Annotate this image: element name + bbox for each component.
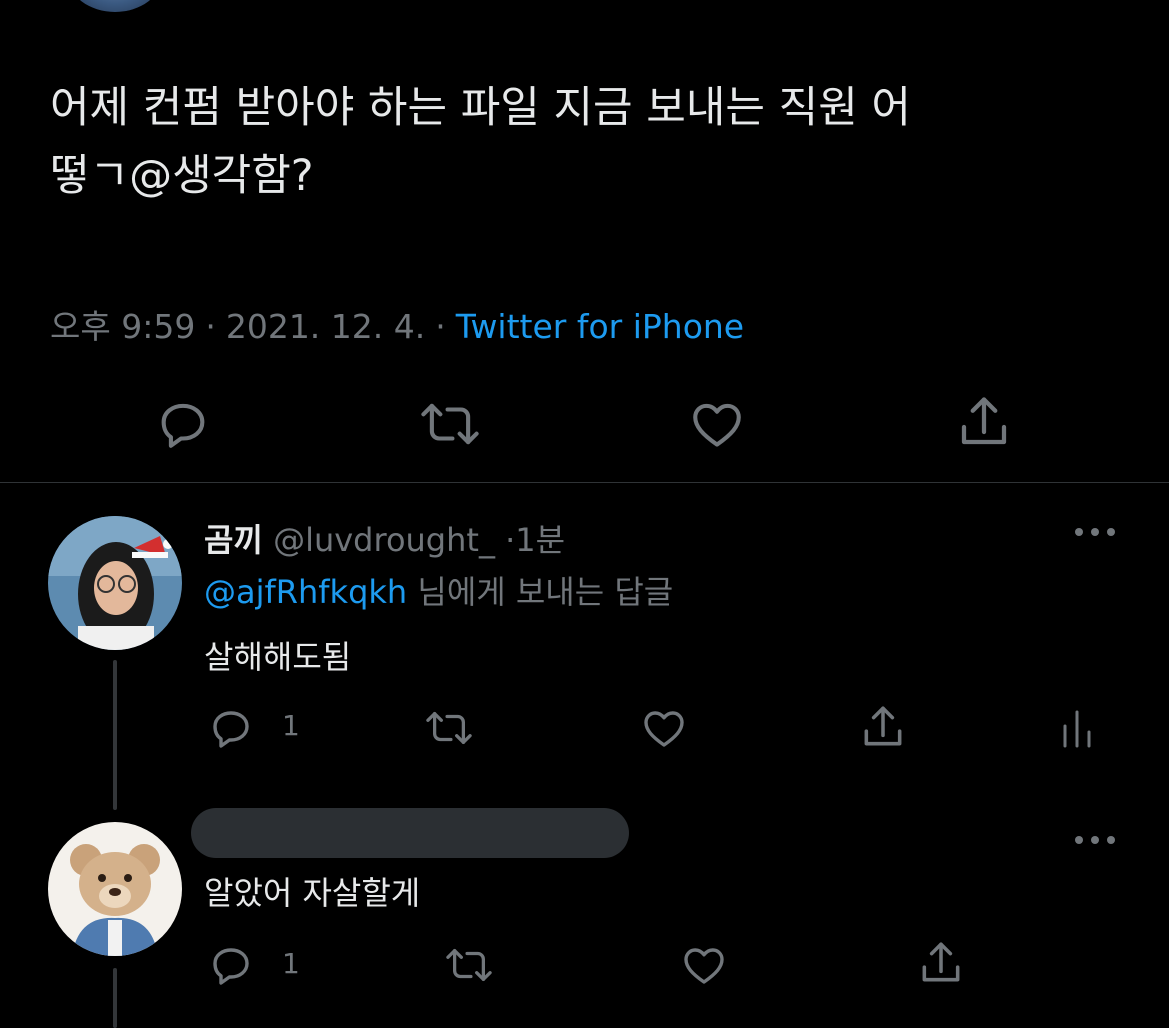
more-icon[interactable] xyxy=(1072,830,1118,850)
tweet-meta: 오후 9:59 · 2021. 12. 4. · Twitter for iPhone xyxy=(50,300,744,348)
share-icon[interactable] xyxy=(915,938,967,988)
analytics-icon[interactable] xyxy=(1060,708,1094,750)
reply-display-name[interactable]: 곰끼 xyxy=(204,521,263,559)
share-icon[interactable] xyxy=(953,392,1015,452)
meta-separator: · xyxy=(505,521,516,559)
heart-icon[interactable] xyxy=(687,395,747,453)
reply-count: 1 xyxy=(282,947,300,980)
thread-line xyxy=(113,968,117,1028)
thread-line xyxy=(113,660,117,810)
divider xyxy=(0,482,1169,483)
author-avatar[interactable] xyxy=(68,0,162,12)
reply-to-suffix: 님에게 보내는 답글 xyxy=(417,573,674,611)
tweet-text: 어제 컨펌 받아야 하는 파일 지금 보내는 직원 어 떻ㄱ@생각함? xyxy=(50,83,911,201)
tweet-time: 오후 9:59 xyxy=(50,307,196,346)
heart-icon[interactable] xyxy=(679,941,729,989)
tweet-client-link[interactable]: Twitter for iPhone xyxy=(456,307,744,346)
share-icon[interactable] xyxy=(857,702,909,752)
tweet-date: 2021. 12. 4. xyxy=(225,307,426,346)
meta-separator: · xyxy=(435,307,446,346)
retweet-icon[interactable] xyxy=(420,705,478,751)
retweet-icon[interactable] xyxy=(415,395,485,453)
reply-text: 알았어 자살할게 xyxy=(204,874,421,912)
reply-icon[interactable] xyxy=(154,395,212,453)
reply-header: 곰끼 @luvdrought_ ·1분 xyxy=(204,515,565,561)
reply-to-line: @ajfRhfkqkh 님에게 보내는 답글 xyxy=(204,567,673,613)
reply-handle[interactable]: @luvdrought_ xyxy=(273,521,495,559)
reply-avatar[interactable] xyxy=(48,822,182,956)
retweet-icon[interactable] xyxy=(440,942,498,988)
reply-to-mention[interactable]: @ajfRhfkqkh xyxy=(204,573,407,611)
reply-time[interactable]: 1분 xyxy=(515,521,565,559)
heart-icon[interactable] xyxy=(639,704,689,752)
meta-separator: · xyxy=(205,307,216,346)
reply-count: 1 xyxy=(282,709,300,742)
redacted-name xyxy=(191,808,629,858)
reply-icon[interactable] xyxy=(206,704,256,752)
reply-text: 살해해도됨 xyxy=(204,638,352,676)
reply-avatar[interactable] xyxy=(48,516,182,650)
more-icon[interactable] xyxy=(1072,522,1118,542)
reply-icon[interactable] xyxy=(206,941,256,989)
